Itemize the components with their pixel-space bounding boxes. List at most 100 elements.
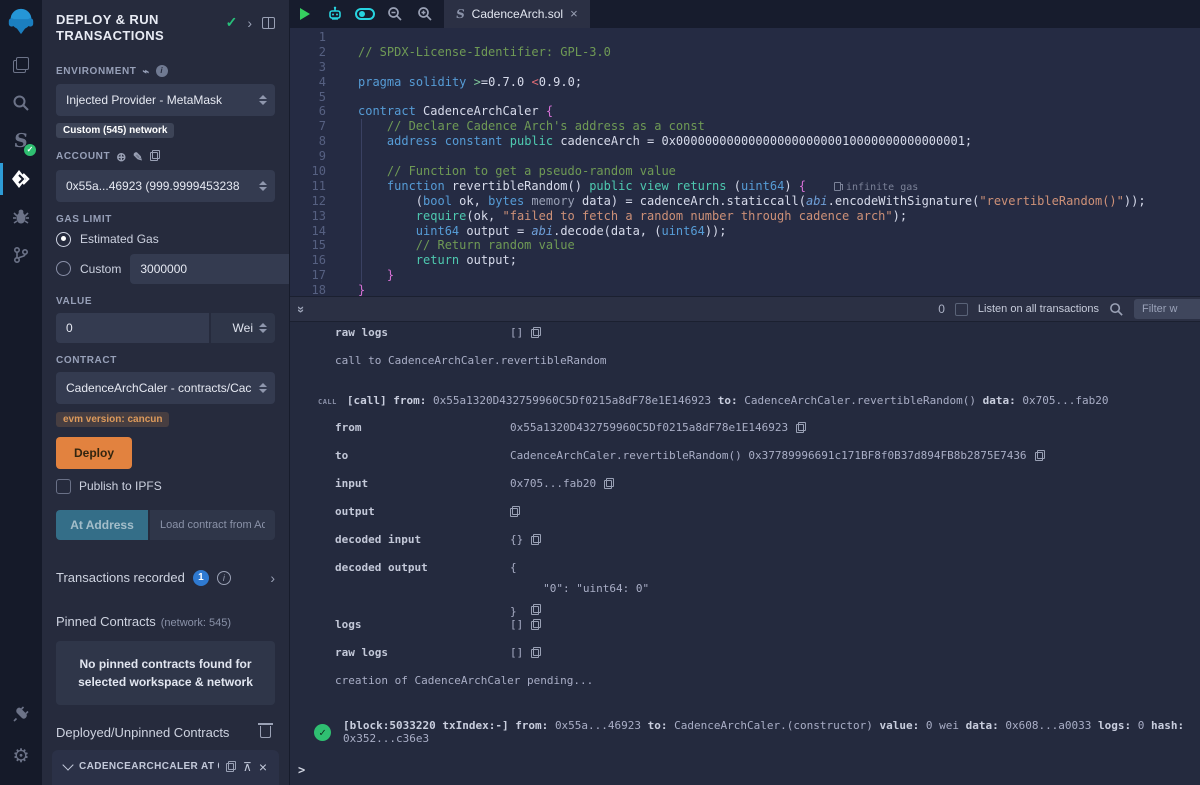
- line-number: 12: [290, 194, 326, 209]
- terminal-row: from0x55a1320D432759960C5Df0215a8dF78e1E…: [290, 421, 1200, 449]
- transactions-expand-icon[interactable]: ›: [270, 570, 275, 586]
- copy-address-icon[interactable]: [226, 761, 236, 772]
- listen-all-label: Listen on all transactions: [978, 303, 1099, 315]
- code-line: contract CadenceArchCaler {: [358, 104, 1200, 119]
- zoom-in-button[interactable]: [410, 0, 440, 28]
- contract-select[interactable]: CadenceArchCaler - contracts/Cac: [56, 372, 275, 404]
- code-line: (bool ok, bytes memory data) = cadenceAr…: [358, 194, 1200, 209]
- terminal-row: logs[]: [290, 618, 1200, 646]
- collapse-terminal-icon[interactable]: »: [294, 305, 309, 312]
- terminal-row: ✓[block:5033220 txIndex:-] from: 0x55a..…: [290, 715, 1200, 749]
- copy-icon[interactable]: [1035, 450, 1045, 461]
- estimated-gas-row[interactable]: Estimated Gas: [56, 232, 275, 247]
- code-editor[interactable]: 123456789101112131415161718 // SPDX-Lice…: [290, 28, 1200, 296]
- estimated-gas-radio[interactable]: [56, 232, 71, 247]
- plugin-manager-icon[interactable]: [0, 695, 42, 733]
- robot-icon: [327, 6, 343, 22]
- forward-chevron-icon[interactable]: ›: [247, 15, 252, 31]
- bug-icon: [12, 208, 30, 226]
- remove-contract-icon[interactable]: ×: [259, 762, 267, 772]
- listen-all-checkbox[interactable]: [955, 303, 968, 316]
- activity-bar-bottom: ⚙: [0, 695, 42, 775]
- copy-account-icon[interactable]: [150, 150, 160, 161]
- copy-icon[interactable]: [510, 506, 520, 517]
- deploy-run-icon[interactable]: [0, 160, 42, 198]
- select-arrows-icon: [259, 95, 267, 105]
- copy-icon[interactable]: [796, 422, 806, 433]
- clear-deployed-trash-icon[interactable]: [260, 726, 271, 738]
- main-column: S CadenceArch.sol × 12345678910111213141…: [290, 0, 1200, 785]
- transactions-info-icon[interactable]: i: [217, 571, 231, 585]
- value-input[interactable]: [56, 313, 209, 343]
- copilot-toggle[interactable]: [350, 0, 380, 28]
- panel-header: DEPLOY & RUN TRANSACTIONS ✓ ›: [42, 0, 289, 53]
- remix-logo-icon: [6, 6, 36, 36]
- run-script-button[interactable]: [290, 0, 320, 28]
- line-number: 10: [290, 164, 326, 179]
- collapse-chevron-icon[interactable]: [62, 759, 73, 770]
- deploy-button[interactable]: Deploy: [56, 437, 132, 469]
- gas-limit-label: GAS LIMIT: [56, 214, 275, 225]
- copy-icon[interactable]: [604, 478, 614, 489]
- git-icon[interactable]: [0, 236, 42, 274]
- environment-label: ENVIRONMENT: [56, 66, 137, 77]
- copy-icon[interactable]: [531, 604, 541, 615]
- line-number: 3: [290, 60, 326, 75]
- code-line: return output;: [358, 253, 1200, 268]
- panel-title: DEPLOY & RUN TRANSACTIONS: [56, 12, 206, 45]
- environment-select[interactable]: Injected Provider - MetaMask: [56, 84, 275, 116]
- env-plug-icon[interactable]: ⌁: [143, 65, 150, 78]
- custom-gas-radio[interactable]: [56, 261, 71, 276]
- value-unit-select[interactable]: Wei: [211, 313, 275, 343]
- gear-icon: ⚙: [12, 745, 29, 768]
- terminal-row: CALL[call] from: 0x55a1320D432759960C5Df…: [290, 385, 1200, 407]
- add-account-icon[interactable]: ⊕: [116, 150, 127, 164]
- publish-ipfs-checkbox[interactable]: [56, 479, 71, 494]
- remix-ide-window: S ✓: [0, 0, 1200, 785]
- settings-icon[interactable]: ⚙: [0, 737, 42, 775]
- debugger-icon[interactable]: [0, 198, 42, 236]
- zoom-out-button[interactable]: [380, 0, 410, 28]
- copy-icon[interactable]: [531, 534, 541, 545]
- file-explorer-icon[interactable]: [0, 46, 42, 84]
- estimated-gas-label: Estimated Gas: [80, 232, 159, 246]
- env-info-icon[interactable]: i: [156, 65, 168, 77]
- terminal-filter-input[interactable]: [1134, 299, 1200, 319]
- copy-icon[interactable]: [531, 327, 541, 338]
- activity-bar: S ✓: [0, 0, 42, 785]
- at-address-button[interactable]: At Address: [56, 510, 148, 540]
- account-value: 0x55a...46923 (999.9999453238: [66, 179, 255, 193]
- copy-icon[interactable]: [531, 647, 541, 658]
- code-line: function revertibleRandom() public view …: [358, 179, 1200, 194]
- account-label-row: ACCOUNT ⊕ ✎: [56, 150, 275, 164]
- compile-success-badge: ✓: [24, 144, 36, 156]
- close-tab-icon[interactable]: ×: [570, 9, 578, 19]
- account-select[interactable]: 0x55a...46923 (999.9999453238: [56, 170, 275, 202]
- pin-panel-icon[interactable]: [262, 17, 275, 29]
- pin-contract-icon[interactable]: ⊼: [243, 760, 252, 774]
- code-line: [358, 90, 1200, 105]
- search-icon[interactable]: [0, 84, 42, 122]
- remix-ai-button[interactable]: [320, 0, 350, 28]
- gas-icon: [834, 182, 841, 191]
- terminal-row: raw logs[]: [290, 326, 1200, 354]
- tab-cadencearch[interactable]: S CadenceArch.sol ×: [444, 0, 590, 28]
- deployed-card-header[interactable]: CADENCEARCHCALER AT 0X ⊼ ×: [64, 760, 267, 774]
- at-address-input[interactable]: [150, 510, 275, 540]
- custom-gas-input[interactable]: [130, 254, 290, 284]
- transactions-recorded-row[interactable]: Transactions recorded 1 i ›: [42, 556, 289, 600]
- publish-ipfs-row[interactable]: Publish to IPFS: [56, 479, 275, 494]
- copy-icon[interactable]: [531, 619, 541, 630]
- panel-header-icons: ✓ ›: [226, 14, 275, 31]
- pinned-empty-message: No pinned contracts found for selected w…: [56, 641, 275, 705]
- terminal[interactable]: raw logs[]call to CadenceArchCaler.rever…: [290, 322, 1200, 785]
- terminal-search-icon[interactable]: [1109, 302, 1124, 317]
- terminal-row: output: [290, 505, 1200, 533]
- publish-ipfs-label: Publish to IPFS: [79, 479, 162, 493]
- select-arrows-icon: [259, 323, 267, 333]
- call-badge: CALL: [318, 398, 337, 406]
- line-number: 15: [290, 238, 326, 253]
- edit-account-icon[interactable]: ✎: [133, 150, 144, 164]
- solidity-compiler-icon[interactable]: S ✓: [0, 122, 42, 160]
- terminal-prompt[interactable]: >: [290, 763, 1200, 785]
